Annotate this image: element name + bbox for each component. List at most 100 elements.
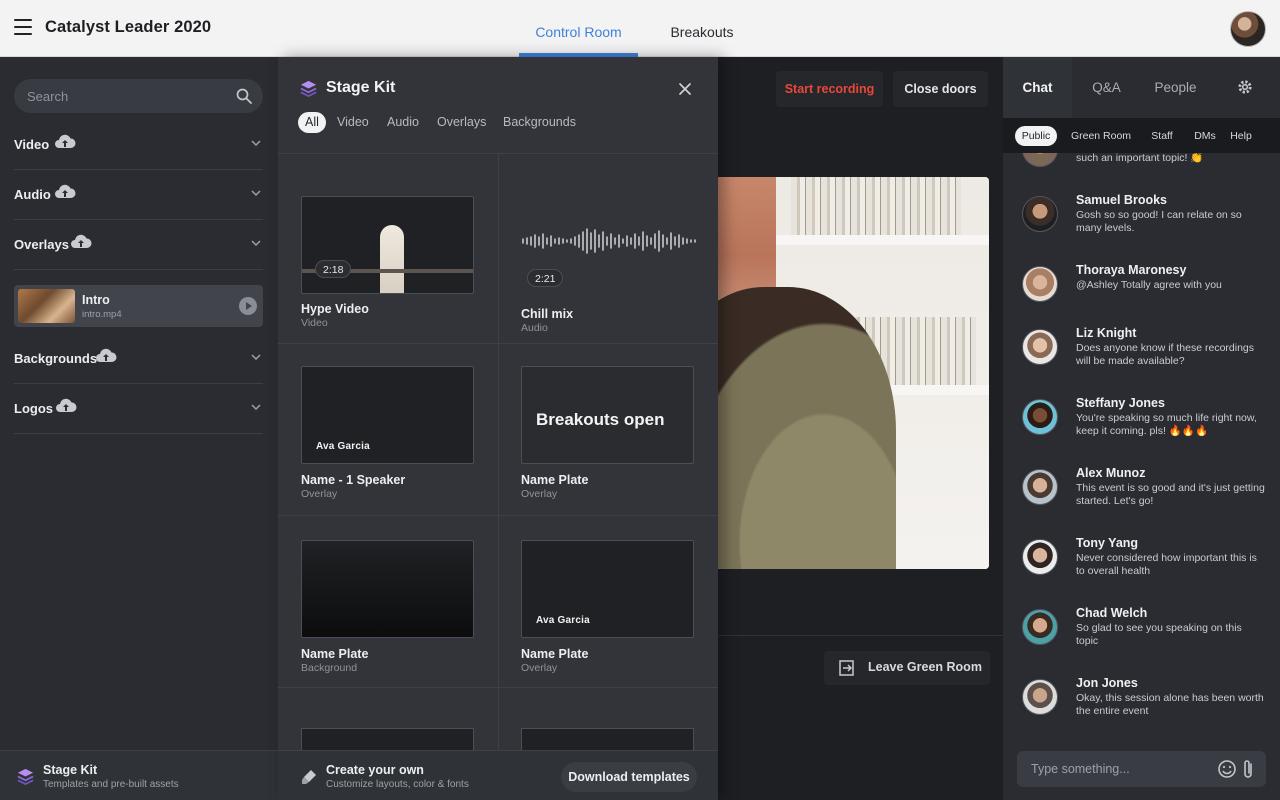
asset-tile-chill-mix[interactable]: 2:21 Chill mix Audio <box>521 196 696 336</box>
tab-breakouts[interactable]: Breakouts <box>660 0 744 57</box>
filter-overlays[interactable]: Overlays <box>437 112 486 133</box>
intro-video-item[interactable]: Intro intro.mp4 <box>14 285 263 327</box>
chevron-down-icon[interactable] <box>251 138 261 148</box>
asset-tile-name-plate-background[interactable]: Name Plate Background <box>301 540 476 675</box>
chevron-down-icon[interactable] <box>251 188 261 198</box>
tile-type: Background <box>301 662 358 674</box>
avatar[interactable] <box>1022 539 1058 575</box>
category-label: Audio <box>14 187 51 202</box>
overlay-thumbnail: Breakouts open <box>521 366 694 464</box>
tab-qa[interactable]: Q&A <box>1072 57 1141 118</box>
tile-type: Audio <box>521 322 548 334</box>
message-author: Steffany Jones <box>1076 396 1165 410</box>
download-templates-button[interactable]: Download templates <box>561 762 697 792</box>
message-author: Samuel Brooks <box>1076 193 1168 207</box>
tab-control-room[interactable]: Control Room <box>519 0 638 57</box>
paperclip-icon[interactable] <box>1241 758 1255 780</box>
category-label: Logos <box>14 401 53 416</box>
intro-thumbnail <box>18 289 75 323</box>
asset-tile-partial[interactable] <box>301 728 474 750</box>
chevron-down-icon[interactable] <box>251 352 261 362</box>
duration-badge: 2:18 <box>315 260 352 278</box>
tab-chat[interactable]: Chat <box>1003 57 1072 118</box>
message-author: Liz Knight <box>1076 326 1137 340</box>
tile-type: Overlay <box>521 662 558 674</box>
chat-panel: Chat Q&A People Public Green Room Staff … <box>1003 57 1280 800</box>
background-thumbnail <box>301 540 474 638</box>
category-backgrounds[interactable]: Backgrounds <box>14 334 263 384</box>
chat-message-input[interactable] <box>1031 751 1211 787</box>
search-icon[interactable] <box>236 88 252 104</box>
upload-cloud-icon[interactable] <box>54 183 76 201</box>
chevron-down-icon[interactable] <box>251 238 261 248</box>
avatar[interactable] <box>1022 196 1058 232</box>
gear-icon[interactable] <box>1236 78 1254 96</box>
upload-cloud-icon[interactable] <box>70 233 92 251</box>
tab-people[interactable]: People <box>1141 57 1210 118</box>
stage-kit-panel: Stage Kit All Video Audio Overlays Backg… <box>278 57 718 800</box>
message-author: Chad Welch <box>1076 606 1148 620</box>
user-avatar[interactable] <box>1230 11 1266 47</box>
chat-channel-tabs: Public Green Room Staff DMs Help <box>1003 118 1280 153</box>
avatar[interactable] <box>1022 609 1058 645</box>
message-list[interactable]: such an important topic! 👏 Samuel Brooks… <box>1003 153 1280 749</box>
category-overlays[interactable]: Overlays <box>14 220 263 270</box>
stage-video-feed <box>716 177 989 569</box>
tile-name: Name Plate <box>521 473 589 487</box>
stage-kit-title: Stage Kit <box>326 79 396 96</box>
chat-message: Jon Jones Okay, this session alone has b… <box>1003 676 1280 749</box>
leave-green-room-label: Leave Green Room <box>868 660 982 674</box>
asset-tile-name-plate-overlay[interactable]: Ava Garcia Name Plate Overlay <box>521 540 696 675</box>
play-icon[interactable] <box>239 297 257 315</box>
tile-name: Chill mix <box>521 307 574 321</box>
avatar[interactable] <box>1022 679 1058 715</box>
channel-staff[interactable]: Staff <box>1147 126 1177 146</box>
upload-cloud-icon[interactable] <box>95 347 117 365</box>
filter-video[interactable]: Video <box>337 112 369 133</box>
channel-green-room[interactable]: Green Room <box>1065 126 1137 146</box>
asset-tile-name-1-speaker[interactable]: Ava Garcia Name - 1 Speaker Overlay <box>301 366 476 501</box>
start-recording-button[interactable]: Start recording <box>776 71 883 107</box>
message-text: This event is so good and it's just gett… <box>1076 482 1265 507</box>
avatar[interactable] <box>1022 266 1058 302</box>
channel-public[interactable]: Public <box>1015 126 1057 146</box>
duration-badge: 2:21 <box>527 269 564 287</box>
layers-icon <box>17 768 34 786</box>
channel-help[interactable]: Help <box>1226 126 1256 146</box>
leave-green-room-button[interactable]: Leave Green Room <box>824 651 990 685</box>
channel-dms[interactable]: DMs <box>1190 126 1220 146</box>
avatar[interactable] <box>1022 153 1058 167</box>
message-text: Does anyone know if these recordings wil… <box>1076 342 1255 367</box>
close-doors-button[interactable]: Close doors <box>893 71 988 107</box>
app-title: Catalyst Leader 2020 <box>45 18 212 36</box>
category-logos[interactable]: Logos <box>14 384 263 434</box>
chat-message: Alex Munoz This event is so good and it'… <box>1003 466 1280 543</box>
category-video[interactable]: Video <box>14 120 263 170</box>
overlay-thumbnail: Ava Garcia <box>521 540 694 638</box>
upload-cloud-icon[interactable] <box>54 133 76 151</box>
upload-cloud-icon[interactable] <box>55 397 77 415</box>
exit-icon <box>839 660 854 676</box>
close-icon[interactable] <box>678 82 692 96</box>
filter-all[interactable]: All <box>298 112 326 133</box>
stage-kit-subtitle: Templates and pre-built assets <box>43 779 179 790</box>
asset-tile-hype-video[interactable]: 2:18 Hype Video Video <box>301 196 474 331</box>
avatar[interactable] <box>1022 469 1058 505</box>
message-author: Thoraya Maronesy <box>1076 263 1187 277</box>
tile-type: Overlay <box>301 488 338 500</box>
asset-tile-name-plate-breakouts[interactable]: Breakouts open Name Plate Overlay <box>521 366 696 501</box>
filter-audio[interactable]: Audio <box>387 112 419 133</box>
avatar[interactable] <box>1022 399 1058 435</box>
emoji-icon[interactable] <box>1217 759 1237 779</box>
chevron-down-icon[interactable] <box>251 402 261 412</box>
tile-name: Name - 1 Speaker <box>301 473 406 487</box>
asset-tile-partial[interactable] <box>521 728 694 750</box>
chat-message: Tony Yang Never considered how important… <box>1003 536 1280 613</box>
avatar[interactable] <box>1022 329 1058 365</box>
stage-kit-launcher[interactable]: Stage Kit Templates and pre-built assets <box>0 750 278 800</box>
hamburger-menu-icon[interactable] <box>14 19 32 35</box>
category-audio[interactable]: Audio <box>14 170 263 220</box>
search-input[interactable] <box>27 79 227 113</box>
tile-name: Hype Video <box>301 302 369 316</box>
filter-backgrounds[interactable]: Backgrounds <box>503 112 576 133</box>
